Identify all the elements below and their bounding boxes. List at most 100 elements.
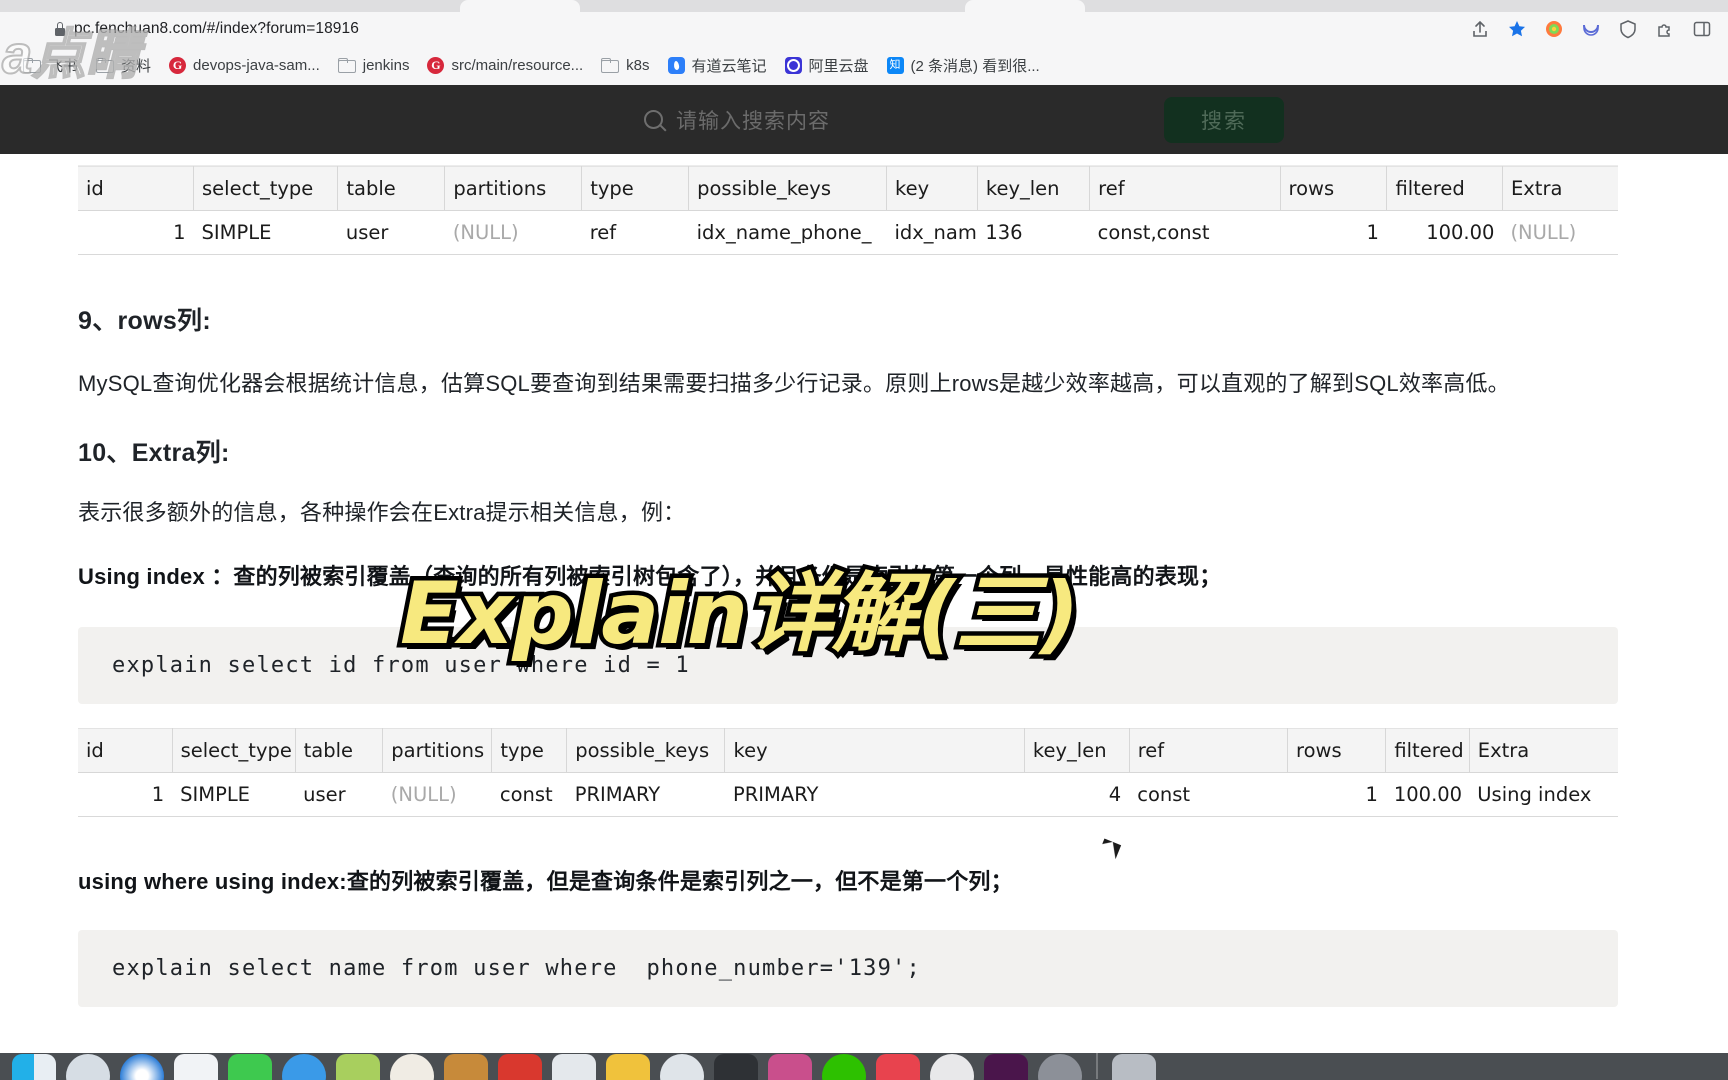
bookmark-label: 有道云笔记 — [691, 58, 767, 75]
pocket-icon[interactable] — [1581, 19, 1601, 39]
explain-result-table-1: id select_type table partitions type pos… — [78, 166, 1618, 255]
puzzle-extension-icon[interactable] — [1655, 19, 1675, 39]
col-id[interactable]: id — [78, 166, 194, 211]
macos-dock[interactable] — [0, 1053, 1728, 1080]
bookmarks-bar[interactable]: 飞书 资料 G devops-java-sam... jenkins G src… — [0, 46, 1728, 85]
dock-notes-icon[interactable] — [228, 1054, 272, 1080]
bookmark-label: 阿里云盘 — [808, 58, 869, 75]
bookmark-item-zhihu[interactable]: 知 (2 条消息) 看到很... — [878, 52, 1049, 79]
col-rows[interactable]: rows — [1280, 166, 1388, 211]
dock-safari-icon[interactable] — [120, 1054, 164, 1080]
code-block-2[interactable]: explain select name from user where phon… — [78, 930, 1618, 1008]
cell-rows: 1 — [1280, 210, 1387, 255]
browser-tab[interactable] — [460, 0, 580, 12]
dock-folder-icon[interactable] — [444, 1054, 488, 1080]
folder-icon — [337, 58, 356, 73]
col-possible-keys[interactable]: possible_keys — [688, 166, 887, 211]
bookmark-item-aliyunpan[interactable]: 阿里云盘 — [776, 52, 878, 79]
col-extra[interactable]: Extra — [1502, 166, 1618, 211]
share-icon[interactable] — [1470, 19, 1490, 39]
col-type[interactable]: type — [581, 166, 690, 211]
col-extra[interactable]: Extra — [1469, 728, 1618, 774]
cell-ref: const,const — [1089, 210, 1280, 255]
cell-ref: const — [1129, 772, 1288, 817]
youdao-icon — [667, 57, 685, 74]
col-ref[interactable]: ref — [1089, 166, 1281, 211]
bookmark-item-jenkins[interactable]: jenkins — [329, 54, 419, 77]
bookmark-item-feishu[interactable]: 飞书 — [14, 52, 87, 79]
dock-trash-icon[interactable] — [1112, 1054, 1156, 1080]
aliyun-icon — [784, 57, 802, 74]
col-filtered[interactable]: filtered — [1385, 728, 1470, 774]
shield-icon[interactable] — [1618, 19, 1638, 39]
url-bar[interactable]: pc.fenchuan8.com/#/index?forum=18916 — [0, 12, 1728, 46]
gitlab-icon: G — [169, 57, 187, 74]
cell-key-len: 136 — [977, 210, 1090, 255]
cell-id: 1 — [78, 210, 194, 255]
dock-appstore-icon[interactable] — [390, 1054, 434, 1080]
col-table[interactable]: table — [337, 166, 446, 211]
article-body: id select_type table partitions type pos… — [0, 154, 1728, 1008]
bookmark-label: k8s — [626, 57, 650, 74]
dock-browser-icon[interactable] — [660, 1054, 704, 1080]
url-text[interactable]: pc.fenchuan8.com/#/index?forum=18916 — [74, 20, 359, 38]
bookmark-item-youdao[interactable]: 有道云笔记 — [659, 52, 776, 79]
search-input[interactable]: 请输入搜索内容 — [644, 105, 1164, 135]
bookmark-item-ziliao[interactable]: 资料 — [87, 52, 160, 79]
dock-slack-icon[interactable] — [984, 1054, 1028, 1080]
col-partitions[interactable]: partitions — [444, 166, 583, 211]
dock-terminal-icon[interactable] — [714, 1054, 758, 1080]
dock-finder-icon[interactable] — [12, 1054, 56, 1080]
table-row[interactable]: 1 SIMPLE user (NULL) ref idx_name_phone_… — [78, 210, 1618, 255]
dock-files-icon[interactable] — [552, 1054, 596, 1080]
col-table[interactable]: table — [295, 728, 384, 774]
col-possible-keys[interactable]: possible_keys — [566, 728, 726, 774]
dock-photos-icon[interactable] — [930, 1054, 974, 1080]
dock-music-icon[interactable] — [876, 1054, 920, 1080]
col-select-type[interactable]: select_type — [193, 166, 339, 211]
search-button[interactable]: 搜索 — [1164, 96, 1284, 143]
extension-rainbow-icon[interactable] — [1544, 19, 1564, 39]
col-key[interactable]: key — [886, 166, 978, 211]
cell-type: ref — [581, 210, 689, 255]
table-1-scroll-area[interactable] — [78, 154, 1618, 166]
dock-calendar-icon[interactable] — [174, 1054, 218, 1080]
cell-possible-keys: PRIMARY — [566, 772, 725, 817]
search-icon — [644, 110, 663, 129]
dock-launchpad-icon[interactable] — [66, 1054, 110, 1080]
col-id[interactable]: id — [78, 728, 173, 774]
dock-preview-icon[interactable] — [336, 1054, 380, 1080]
dock-notes-yellow-icon[interactable] — [606, 1054, 650, 1080]
browser-chrome: pc.fenchuan8.com/#/index?forum=18916 飞书 … — [0, 0, 1728, 85]
cell-table: user — [295, 772, 383, 817]
code-block-1[interactable]: explain select id from user where id = 1 — [78, 627, 1618, 705]
dock-idea-icon[interactable] — [768, 1054, 812, 1080]
dock-mail-icon[interactable] — [282, 1054, 326, 1080]
bookmark-item-k8s[interactable]: k8s — [592, 54, 658, 77]
cell-table: user — [337, 210, 445, 255]
sidebar-toggle-icon[interactable] — [1692, 19, 1712, 39]
col-key-len[interactable]: key_len — [977, 166, 1091, 211]
col-type[interactable]: type — [491, 728, 568, 774]
table-row[interactable]: 1 SIMPLE user (NULL) const PRIMARY PRIMA… — [78, 772, 1618, 817]
cell-partitions: (NULL) — [382, 772, 492, 817]
cell-select-type: SIMPLE — [172, 772, 296, 817]
col-partitions[interactable]: partitions — [382, 728, 493, 774]
col-select-type[interactable]: select_type — [172, 728, 296, 774]
dock-wechat-icon[interactable] — [822, 1054, 866, 1080]
tab-strip[interactable] — [0, 0, 1728, 12]
col-rows[interactable]: rows — [1287, 728, 1387, 774]
dock-settings-icon[interactable] — [1038, 1054, 1082, 1080]
bookmark-item-src-main-resource[interactable]: G src/main/resource... — [418, 54, 592, 77]
col-key[interactable]: key — [724, 728, 1025, 774]
browser-tab[interactable] — [965, 0, 1085, 12]
bookmark-star-icon[interactable] — [1507, 19, 1527, 39]
col-ref[interactable]: ref — [1129, 728, 1288, 774]
folder-icon — [96, 58, 115, 73]
dock-pdf-icon[interactable] — [498, 1054, 542, 1080]
bookmark-label: src/main/resource... — [451, 57, 584, 74]
cell-type: const — [491, 772, 567, 817]
col-filtered[interactable]: filtered — [1386, 166, 1503, 211]
bookmark-item-devops-java-sample[interactable]: G devops-java-sam... — [160, 54, 329, 77]
col-key-len[interactable]: key_len — [1024, 728, 1130, 774]
